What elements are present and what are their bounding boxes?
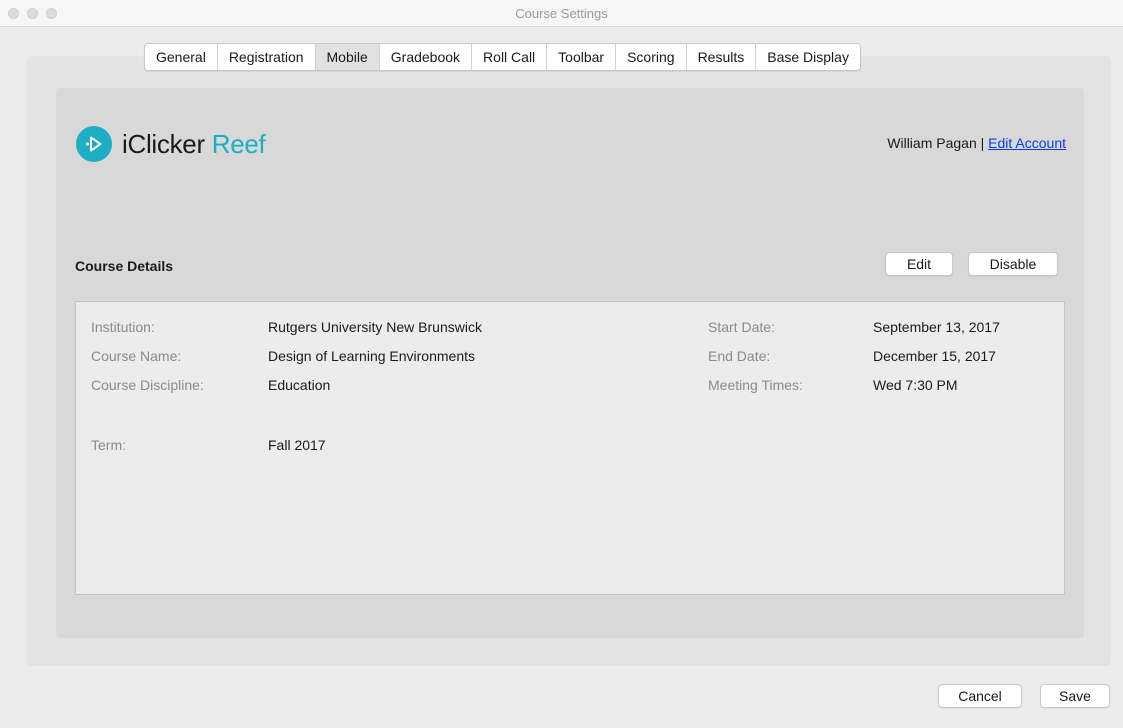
account-separator: | bbox=[980, 135, 985, 151]
account-info: William Pagan | Edit Account bbox=[887, 135, 1066, 151]
brand-name: iClicker Reef bbox=[122, 129, 266, 160]
tab-bar: General Registration Mobile Gradebook Ro… bbox=[144, 43, 861, 71]
course-details-box bbox=[75, 301, 1065, 595]
minimize-window-button[interactable] bbox=[27, 8, 38, 19]
cancel-button[interactable]: Cancel bbox=[938, 684, 1022, 708]
edit-account-link[interactable]: Edit Account bbox=[988, 135, 1066, 151]
iclicker-reef-logo: iClicker Reef bbox=[76, 126, 266, 162]
tab-mobile[interactable]: Mobile bbox=[315, 44, 380, 70]
tab-registration[interactable]: Registration bbox=[218, 44, 316, 70]
course-discipline-value: Education bbox=[268, 377, 331, 393]
course-discipline-label: Course Discipline: bbox=[91, 377, 204, 393]
title-bar: Course Settings bbox=[0, 0, 1123, 27]
meeting-times-label: Meeting Times: bbox=[708, 377, 803, 393]
course-name-value: Design of Learning Environments bbox=[268, 348, 476, 364]
course-name-label: Course Name: bbox=[91, 348, 182, 364]
brand-name-iclicker: iClicker bbox=[122, 128, 205, 159]
tab-gradebook[interactable]: Gradebook bbox=[380, 44, 473, 70]
term-value: Fall 2017 bbox=[268, 437, 326, 453]
tab-scoring[interactable]: Scoring bbox=[616, 44, 687, 70]
term-label: Term: bbox=[91, 437, 126, 453]
institution-label: Institution: bbox=[91, 319, 155, 335]
tab-base-display[interactable]: Base Display bbox=[756, 44, 860, 70]
tab-results[interactable]: Results bbox=[687, 44, 757, 70]
zoom-window-button[interactable] bbox=[46, 8, 57, 19]
brand-name-reef: Reef bbox=[211, 128, 266, 159]
tab-toolbar[interactable]: Toolbar bbox=[547, 44, 617, 70]
institution-value: Rutgers University New Brunswick bbox=[268, 319, 482, 335]
account-user-name: William Pagan bbox=[887, 135, 977, 151]
window-title: Course Settings bbox=[515, 5, 608, 21]
course-details-heading: Course Details bbox=[75, 258, 174, 274]
end-date-label: End Date: bbox=[708, 348, 771, 364]
window-controls bbox=[8, 8, 57, 19]
tab-roll-call[interactable]: Roll Call bbox=[472, 44, 548, 70]
play-arrow-icon bbox=[76, 126, 112, 162]
start-date-value: September 13, 2017 bbox=[873, 319, 1000, 335]
tab-general[interactable]: General bbox=[145, 44, 218, 70]
edit-button[interactable]: Edit bbox=[885, 252, 953, 276]
save-button[interactable]: Save bbox=[1040, 684, 1110, 708]
disable-button[interactable]: Disable bbox=[968, 252, 1058, 276]
meeting-times-value: Wed 7:30 PM bbox=[873, 377, 958, 393]
end-date-value: December 15, 2017 bbox=[873, 348, 996, 364]
start-date-label: Start Date: bbox=[708, 319, 775, 335]
close-window-button[interactable] bbox=[8, 8, 19, 19]
